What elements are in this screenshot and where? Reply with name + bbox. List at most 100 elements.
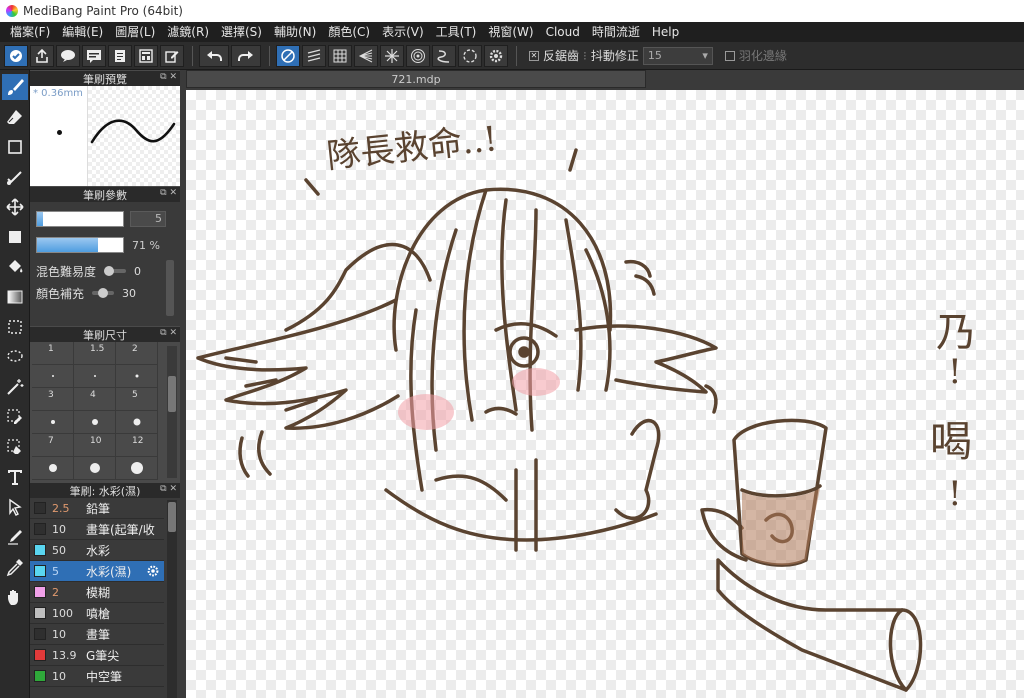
- brush-item-watercolor[interactable]: 50 水彩: [30, 540, 164, 561]
- brush-item-hollow-pen[interactable]: 10 中空筆: [30, 666, 164, 687]
- panel-layout-button[interactable]: [134, 44, 158, 67]
- concentric-snap-button[interactable]: [406, 44, 430, 67]
- magic-wand-tool[interactable]: [2, 374, 28, 400]
- operation-tool[interactable]: [2, 494, 28, 520]
- opacity-slider[interactable]: [36, 237, 124, 253]
- redo-button[interactable]: [231, 44, 261, 67]
- snap-settings-button[interactable]: [484, 44, 508, 67]
- fill-knob[interactable]: [98, 288, 109, 298]
- size-cell[interactable]: [116, 457, 158, 480]
- size-cell[interactable]: [74, 365, 116, 388]
- hand-tool[interactable]: [2, 584, 28, 610]
- size-cell[interactable]: [116, 411, 158, 434]
- menu-cloud[interactable]: Cloud: [540, 22, 586, 42]
- snap-off-button[interactable]: [276, 44, 300, 67]
- menu-window[interactable]: 視窗(W): [482, 22, 539, 42]
- fill-slider[interactable]: [92, 288, 115, 298]
- brush-size: 10: [52, 522, 66, 536]
- select-pen-tool[interactable]: [2, 164, 28, 190]
- bucket-tool[interactable]: [2, 254, 28, 280]
- blend-slider[interactable]: [104, 266, 127, 276]
- grid-snap-button[interactable]: [328, 44, 352, 67]
- size-cell[interactable]: 1: [32, 342, 74, 365]
- size-cell[interactable]: [32, 457, 74, 480]
- size-cell[interactable]: 2: [116, 342, 158, 365]
- cloud-sync-button[interactable]: [4, 44, 28, 67]
- stabilizer-select[interactable]: 15 ▾: [642, 46, 713, 65]
- brushes-scrollbar[interactable]: [167, 500, 177, 698]
- menu-tools[interactable]: 工具(T): [430, 22, 483, 42]
- fill-shape-tool[interactable]: [2, 224, 28, 250]
- size-cell[interactable]: [32, 411, 74, 434]
- sizes-scroll-thumb[interactable]: [168, 376, 176, 412]
- eraser-tool[interactable]: [2, 104, 28, 130]
- size-cell[interactable]: [32, 365, 74, 388]
- eyedropper-tool[interactable]: [2, 554, 28, 580]
- perspective-snap-button[interactable]: [354, 44, 378, 67]
- dot-tool[interactable]: [2, 134, 28, 160]
- circle-snap-button[interactable]: [458, 44, 482, 67]
- params-scrollbar[interactable]: [166, 260, 174, 316]
- menu-view[interactable]: 表示(V): [376, 22, 430, 42]
- size-value[interactable]: 5: [130, 211, 166, 227]
- divide-tool[interactable]: [2, 524, 28, 550]
- document-tab[interactable]: 721.mdp: [186, 70, 646, 88]
- parallel-snap-button[interactable]: [302, 44, 326, 67]
- comment-button[interactable]: [82, 44, 106, 67]
- menu-timelapse[interactable]: 時間流逝: [586, 22, 646, 42]
- select-eraser-tool[interactable]: [2, 434, 28, 460]
- size-cell[interactable]: 3: [32, 388, 74, 411]
- size-cell[interactable]: [74, 411, 116, 434]
- panel-detach-close-icons[interactable]: ⧉ ✕: [160, 72, 177, 82]
- speech-bubble-button[interactable]: [56, 44, 80, 67]
- brush-item-brush[interactable]: 10 畫筆: [30, 624, 164, 645]
- brush-item-pen-pressure[interactable]: 10 畫筆(起筆/收: [30, 519, 164, 540]
- brush-item-watercolor-wet[interactable]: 5 水彩(濕): [30, 561, 164, 582]
- panel-detach-close-icons[interactable]: ⧉ ✕: [160, 188, 177, 198]
- lasso-tool[interactable]: [2, 344, 28, 370]
- menu-filter[interactable]: 濾鏡(R): [161, 22, 215, 42]
- menu-help[interactable]: Help: [646, 22, 685, 42]
- move-tool[interactable]: [2, 194, 28, 220]
- rect-select-tool[interactable]: [2, 314, 28, 340]
- gear-icon[interactable]: [146, 564, 160, 578]
- radial-snap-button[interactable]: [380, 44, 404, 67]
- menu-color[interactable]: 顏色(C): [322, 22, 376, 42]
- document-button[interactable]: [108, 44, 132, 67]
- antialias-checkbox[interactable]: [529, 50, 539, 61]
- brush-item-g-pen[interactable]: 13.9 G筆尖: [30, 645, 164, 666]
- menu-edit[interactable]: 編輯(E): [56, 22, 109, 42]
- menu-select[interactable]: 選擇(S): [215, 22, 268, 42]
- size-cell[interactable]: 12: [116, 434, 158, 457]
- menu-file[interactable]: 檔案(F): [4, 22, 56, 42]
- text-tool[interactable]: [2, 464, 28, 490]
- size-slider[interactable]: [36, 211, 124, 227]
- menu-assist[interactable]: 輔助(N): [268, 22, 322, 42]
- select-pen-tool-2[interactable]: [2, 404, 28, 430]
- sizes-scrollbar[interactable]: [167, 346, 177, 478]
- brush-tool[interactable]: [2, 74, 28, 100]
- blend-knob[interactable]: [104, 266, 115, 276]
- panel-detach-close-icons[interactable]: ⧉ ✕: [160, 328, 177, 338]
- panel-detach-close-icons[interactable]: ⧉ ✕: [160, 484, 177, 494]
- brush-preview-header: 筆刷預覽 ⧉ ✕: [30, 70, 180, 86]
- size-cell[interactable]: 4: [74, 388, 116, 411]
- edit-frame-button[interactable]: [160, 44, 184, 67]
- brushes-scroll-thumb[interactable]: [168, 502, 176, 532]
- size-cell[interactable]: [74, 457, 116, 480]
- upload-button[interactable]: [30, 44, 54, 67]
- brush-item-blur[interactable]: 2 模糊: [30, 582, 164, 603]
- menu-layer[interactable]: 圖層(L): [109, 22, 161, 42]
- drawing-canvas[interactable]: 隊長救命..! 乃 ! 喝 !: [186, 90, 1024, 698]
- size-cell[interactable]: 7: [32, 434, 74, 457]
- feather-checkbox[interactable]: [724, 50, 735, 61]
- gradient-tool[interactable]: [2, 284, 28, 310]
- size-cell[interactable]: 10: [74, 434, 116, 457]
- size-cell[interactable]: 5: [116, 388, 158, 411]
- brush-item-airbrush[interactable]: 100 噴槍: [30, 603, 164, 624]
- size-cell[interactable]: [116, 365, 158, 388]
- curve-snap-button[interactable]: [432, 44, 456, 67]
- size-cell[interactable]: 1.5: [74, 342, 116, 365]
- brush-item-pencil[interactable]: 2.5 鉛筆: [30, 498, 164, 519]
- undo-button[interactable]: [199, 44, 229, 67]
